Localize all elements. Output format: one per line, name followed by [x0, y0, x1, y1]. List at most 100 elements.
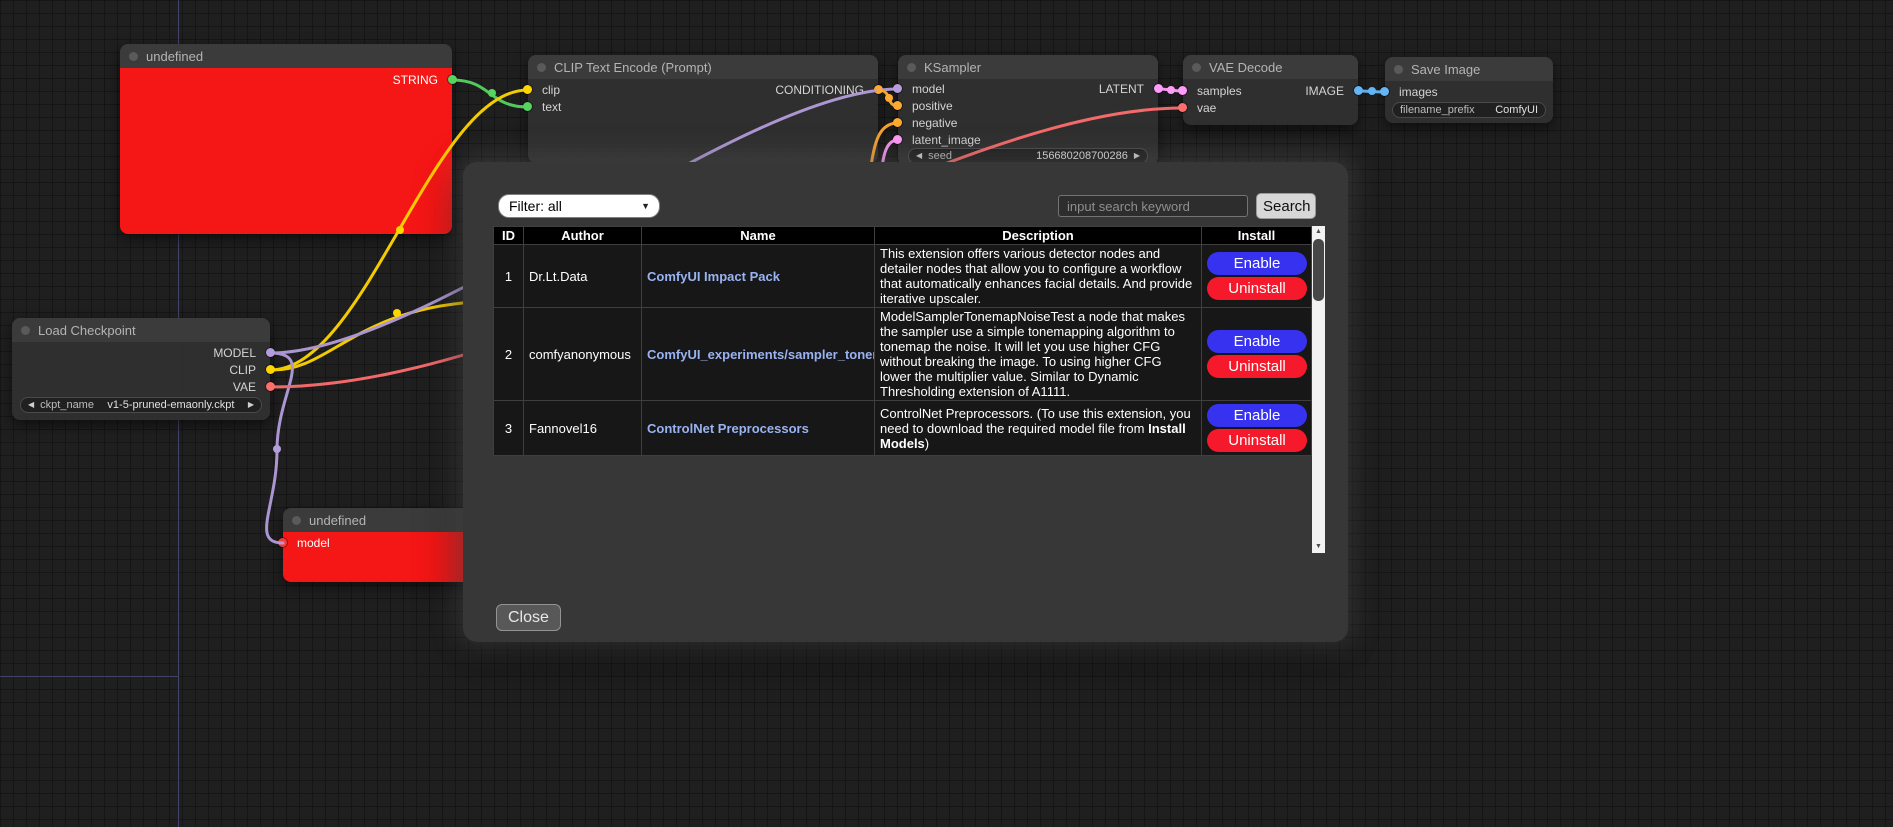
decrement-arrow-icon[interactable]: ◀ [916, 149, 922, 163]
enable-button[interactable]: Enable [1207, 252, 1307, 275]
output-port-image[interactable] [1354, 86, 1363, 95]
widget-value: ComfyUI [1495, 104, 1538, 116]
collapse-dot[interactable] [537, 63, 546, 72]
node-title: Save Image [1411, 62, 1480, 77]
link-midpoint-dot [273, 445, 281, 453]
slot-label: positive [912, 99, 953, 113]
slot-label: MODEL [213, 346, 256, 360]
cell-author: Fannovel16 [524, 401, 642, 456]
cell-id: 1 [494, 245, 524, 308]
input-port-model[interactable] [278, 538, 287, 547]
next-arrow-icon[interactable]: ▶ [248, 398, 254, 412]
node-header[interactable]: Save Image [1385, 57, 1553, 81]
cell-author: Dr.Lt.Data [524, 245, 642, 308]
output-port-model[interactable] [266, 348, 275, 357]
slot-label: text [542, 100, 561, 114]
input-slot-model: model [283, 535, 330, 551]
uninstall-button[interactable]: Uninstall [1207, 429, 1307, 452]
node-header[interactable]: undefined [283, 508, 473, 532]
node-header[interactable]: KSampler [898, 55, 1158, 79]
extension-row: 3Fannovel16ControlNet PreprocessorsContr… [494, 401, 1312, 456]
collapse-dot[interactable] [292, 516, 301, 525]
search-button[interactable]: Search [1256, 193, 1316, 219]
node-save-image[interactable]: Save Image images filename_prefix ComfyU… [1385, 57, 1553, 123]
extension-link[interactable]: ComfyUI Impact Pack [647, 269, 780, 284]
collapse-dot[interactable] [21, 326, 30, 335]
close-button[interactable]: Close [496, 604, 561, 631]
node-clip-text-encode[interactable]: CLIP Text Encode (Prompt) clip text COND… [528, 55, 878, 163]
extension-link[interactable]: ControlNet Preprocessors [647, 421, 809, 436]
slot-label: VAE [233, 380, 256, 394]
input-slot-images: images [1385, 84, 1438, 100]
collapse-dot[interactable] [907, 63, 916, 72]
output-port-conditioning[interactable] [874, 85, 883, 94]
scrollbar-thumb[interactable] [1313, 239, 1324, 301]
node-body-error: STRING [120, 68, 452, 234]
enable-button[interactable]: Enable [1207, 330, 1307, 353]
node-undefined-string[interactable]: undefined STRING [120, 44, 452, 234]
input-port-samples[interactable] [1178, 86, 1187, 95]
cell-name: ControlNet Preprocessors [642, 401, 875, 456]
output-port-string[interactable] [448, 75, 457, 84]
extensions-table: IDAuthorNameDescriptionInstall 1Dr.Lt.Da… [493, 226, 1312, 456]
search-input[interactable] [1058, 195, 1248, 217]
cell-install: EnableUninstall [1202, 401, 1312, 456]
node-undefined-model[interactable]: undefined model [283, 508, 473, 582]
table-scrollbar[interactable]: ▲ ▼ [1312, 226, 1325, 553]
node-graph-canvas[interactable]: undefined STRING CLIP Text Encode (Promp… [0, 0, 1893, 827]
output-slot-string: STRING [393, 72, 452, 88]
input-port-negative[interactable] [893, 118, 902, 127]
extensions-table-body: 1Dr.Lt.DataComfyUI Impact PackThis exten… [494, 245, 1312, 456]
collapse-dot[interactable] [129, 52, 138, 61]
node-header[interactable]: Load Checkpoint [12, 318, 270, 342]
cell-id: 3 [494, 401, 524, 456]
node-body: images filename_prefix ComfyUI [1385, 81, 1553, 123]
previous-arrow-icon[interactable]: ◀ [28, 398, 34, 412]
input-slot-vae: vae [1183, 100, 1216, 116]
node-header[interactable]: VAE Decode [1183, 55, 1358, 79]
column-header-name: Name [642, 227, 875, 245]
increment-arrow-icon[interactable]: ▶ [1134, 149, 1140, 163]
widget-value: 156680208700286 [1036, 150, 1128, 162]
link-midpoint-dot [393, 309, 401, 317]
ckpt-name-widget[interactable]: ◀ ckpt_name v1-5-pruned-emaonly.ckpt ▶ [20, 397, 262, 413]
extension-link[interactable]: ComfyUI_experiments/sampler_tonemap [647, 347, 875, 362]
widget-label: seed [928, 150, 952, 162]
node-body: MODEL CLIP VAE ◀ ckpt_name v1-5-pruned-e… [12, 342, 270, 420]
canvas-axis-horizontal [0, 676, 178, 677]
column-header-id: ID [494, 227, 524, 245]
extensions-table-container[interactable]: IDAuthorNameDescriptionInstall 1Dr.Lt.Da… [493, 226, 1325, 553]
input-port-model[interactable] [893, 84, 902, 93]
input-port-text[interactable] [523, 102, 532, 111]
scroll-up-icon[interactable]: ▲ [1312, 226, 1325, 238]
node-ksampler[interactable]: KSampler model positive negative latent_… [898, 55, 1158, 165]
collapse-dot[interactable] [1192, 63, 1201, 72]
input-port-vae[interactable] [1178, 103, 1187, 112]
enable-button[interactable]: Enable [1207, 404, 1307, 427]
output-port-vae[interactable] [266, 382, 275, 391]
slot-label: samples [1197, 84, 1242, 98]
uninstall-button[interactable]: Uninstall [1207, 355, 1307, 378]
collapse-dot[interactable] [1394, 65, 1403, 74]
output-port-clip[interactable] [266, 365, 275, 374]
extension-row: 2comfyanonymousComfyUI_experiments/sampl… [494, 308, 1312, 401]
input-port-clip[interactable] [523, 85, 532, 94]
node-header[interactable]: undefined [120, 44, 452, 68]
node-header[interactable]: CLIP Text Encode (Prompt) [528, 55, 878, 79]
table-header-row: IDAuthorNameDescriptionInstall [494, 227, 1312, 245]
node-body: clip text CONDITIONING [528, 79, 878, 163]
filter-select[interactable]: Filter: all [498, 194, 660, 218]
link-midpoint-dot [1368, 87, 1376, 95]
node-vae-decode[interactable]: VAE Decode samples vae IMAGE [1183, 55, 1358, 125]
slot-label: IMAGE [1305, 84, 1344, 98]
link-midpoint-dot [1167, 86, 1175, 94]
slot-label: model [912, 82, 945, 96]
output-port-latent[interactable] [1154, 84, 1163, 93]
input-port-positive[interactable] [893, 101, 902, 110]
scroll-down-icon[interactable]: ▼ [1312, 541, 1325, 553]
node-load-checkpoint[interactable]: Load Checkpoint MODEL CLIP VAE ◀ ckpt_na… [12, 318, 270, 420]
input-port-images[interactable] [1380, 87, 1389, 96]
filename-prefix-widget[interactable]: filename_prefix ComfyUI [1392, 102, 1546, 118]
uninstall-button[interactable]: Uninstall [1207, 277, 1307, 300]
input-port-latent-image[interactable] [893, 135, 902, 144]
